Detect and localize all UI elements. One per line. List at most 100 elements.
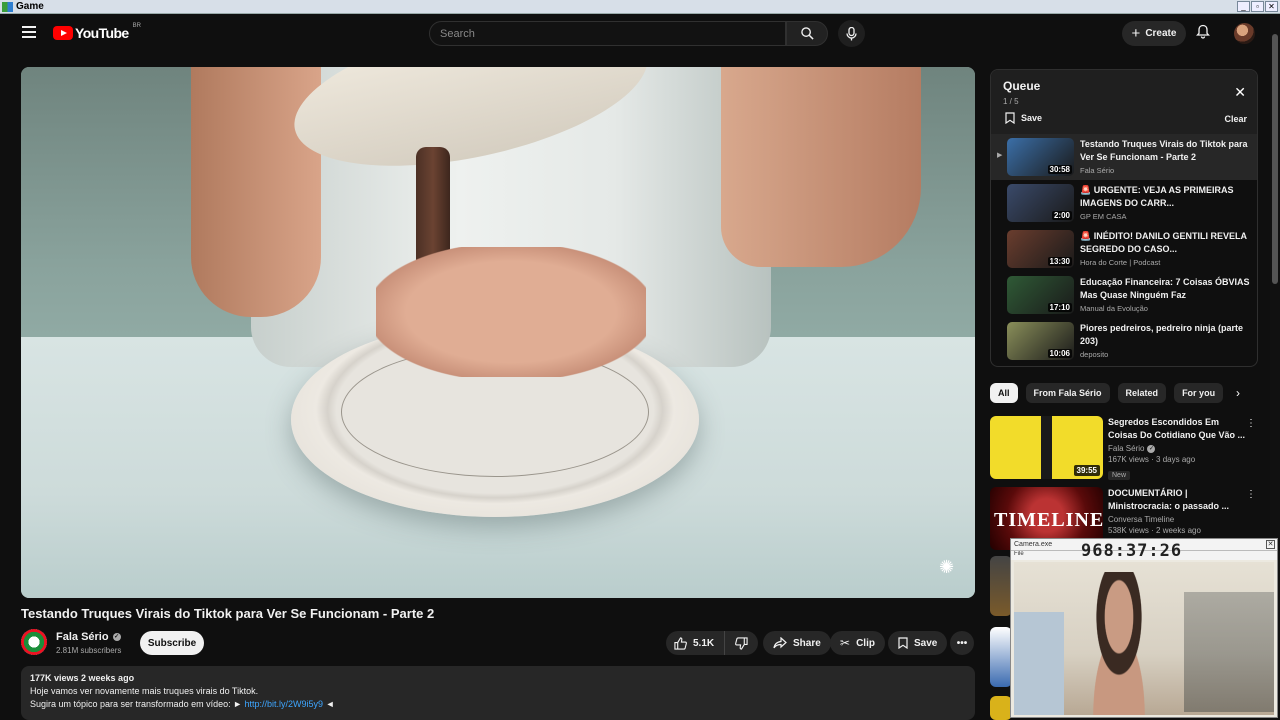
queue-info: 🚨 INÉDITO! DANILO GENTILI REVELA SEGREDO…	[1080, 230, 1250, 267]
search-box	[429, 21, 786, 46]
camera-close-button[interactable]: ✕	[1266, 540, 1275, 549]
recommendation-duration: 39:55	[1073, 465, 1100, 476]
chip-all[interactable]: All	[990, 383, 1018, 403]
queue-item[interactable]: 13:30 🚨 INÉDITO! DANILO GENTILI REVELA SE…	[991, 226, 1257, 272]
video-frame-hands	[376, 247, 646, 377]
description-link[interactable]: http://bit.ly/2W9i5y9	[245, 699, 324, 709]
recommendation-info: Segredos Escondidos Em Coisas Do Cotidia…	[1108, 416, 1248, 482]
channel-name-row[interactable]: Fala Sério ✓	[56, 631, 121, 643]
queue-thumbnail[interactable]: 2:00	[1007, 184, 1074, 222]
scrollbar-thumb[interactable]	[1272, 34, 1278, 284]
chip-related[interactable]: Related	[1117, 383, 1167, 403]
voice-search-button[interactable]	[838, 20, 865, 47]
minimize-button[interactable]: _	[1237, 1, 1250, 12]
queue-duration: 2:00	[1051, 211, 1072, 220]
create-label: Create	[1145, 28, 1177, 39]
more-vertical-icon[interactable]: ⋮	[1246, 418, 1256, 429]
clip-button[interactable]: ✂ Clip	[830, 631, 885, 655]
queue-info: Testando Truques Virais do Tiktok para V…	[1080, 138, 1250, 175]
search-input[interactable]	[430, 22, 785, 45]
queue-thumbnail[interactable]: 30:58	[1007, 138, 1074, 176]
camera-overlay-window[interactable]: Camera.exe ✕ File 968:37:26	[1010, 538, 1278, 718]
queue-duration: 17:10	[1047, 303, 1072, 312]
logo-text: YouTube	[75, 25, 129, 41]
chevron-right-icon[interactable]: ›	[1236, 386, 1240, 400]
recommendation-stats: 538K views · 2 weeks ago	[1108, 526, 1201, 535]
queue-item-title[interactable]: Educação Financeira: 7 Coisas ÓBVIAS Mas…	[1080, 276, 1250, 302]
queue-item-title[interactable]: Testando Truques Virais do Tiktok para V…	[1080, 138, 1250, 164]
now-playing-icon: ▶	[997, 152, 1003, 159]
camera-feed-window	[1014, 612, 1064, 715]
plus-icon: +	[1131, 25, 1141, 42]
queue-duration: 30:58	[1047, 165, 1072, 174]
queue-item-title[interactable]: Piores pedreiros, pedreiro ninja (parte …	[1080, 322, 1250, 348]
queue-index	[991, 318, 1007, 335]
description-line-2: Sugira um tópico para ser transformado e…	[30, 699, 966, 709]
close-icon[interactable]: ✕	[1234, 84, 1246, 101]
queue-item[interactable]: ▶ 30:58 Testando Truques Virais do Tiktok …	[991, 134, 1257, 180]
recommendation-thumbnail[interactable]	[990, 696, 1012, 720]
youtube-logo[interactable]: YouTube BR	[53, 23, 141, 41]
recommendation-item[interactable]: 39:55 Segredos Escondidos Em Coisas Do C…	[990, 416, 1258, 482]
recommendation-title[interactable]: DOCUMENTÁRIO | Ministrocracia: o passado…	[1108, 487, 1248, 513]
channel-watermark-icon[interactable]: ✺	[939, 557, 954, 578]
queue-index	[991, 180, 1007, 197]
create-button[interactable]: + Create	[1122, 21, 1186, 46]
queue-index	[991, 226, 1007, 243]
recommendation-thumbnail[interactable]	[990, 556, 1012, 616]
queue-item-channel: Manual da Evolução	[1080, 304, 1148, 313]
recommendation-title[interactable]: Segredos Escondidos Em Coisas Do Cotidia…	[1108, 416, 1248, 442]
queue-thumbnail[interactable]: 17:10	[1007, 276, 1074, 314]
more-vertical-icon[interactable]: ⋮	[1246, 489, 1256, 500]
queue-thumbnail[interactable]: 10:06	[1007, 322, 1074, 360]
camera-feed	[1014, 562, 1274, 715]
search-icon	[800, 27, 814, 40]
hamburger-menu-icon[interactable]	[22, 26, 36, 38]
search-button[interactable]	[786, 21, 828, 46]
video-player[interactable]: ✺	[21, 67, 975, 598]
recommendation-thumbnail[interactable]: 39:55	[990, 416, 1103, 479]
queue-item-channel: deposito	[1080, 350, 1109, 359]
close-window-button[interactable]: ✕	[1265, 1, 1278, 12]
chip-from-channel[interactable]: From Fala Sério	[1025, 383, 1110, 403]
share-button[interactable]: Share	[763, 631, 831, 655]
recommendation-thumbnail[interactable]	[990, 627, 1012, 687]
country-code: BR	[132, 23, 141, 29]
youtube-play-icon	[53, 26, 73, 40]
subscribe-button[interactable]: Subscribe	[140, 631, 204, 655]
queue-clear-button[interactable]: Clear	[1224, 114, 1247, 124]
channel-avatar[interactable]	[21, 629, 47, 655]
queue-panel: Queue 1 / 5 ✕ Save Clear ▶ 30:58 Testando …	[990, 69, 1258, 367]
description-box[interactable]: 177K views 2 weeks ago Hoje vamos ver no…	[21, 666, 975, 720]
queue-header: Queue 1 / 5 ✕ Save Clear	[991, 70, 1257, 134]
maximize-button[interactable]: ▫	[1251, 1, 1264, 12]
description-line-1: Hoje vamos ver novamente mais truques vi…	[30, 686, 259, 696]
recommendation-channel[interactable]: Conversa Timeline	[1108, 515, 1248, 524]
queue-item-title[interactable]: 🚨 URGENTE: VEJA AS PRIMEIRAS IMAGENS DO …	[1080, 184, 1250, 210]
chip-for-you[interactable]: For you	[1174, 383, 1224, 403]
dislike-button[interactable]	[725, 631, 758, 655]
queue-title: Queue	[1003, 79, 1041, 93]
thumbs-down-icon	[735, 636, 748, 650]
like-button[interactable]: 5.1K	[666, 631, 726, 655]
window-title: Game	[16, 1, 44, 12]
microphone-icon	[846, 26, 857, 40]
more-actions-button[interactable]: •••	[950, 631, 974, 655]
queue-save-button[interactable]: Save	[1005, 112, 1042, 124]
queue-info: 🚨 URGENTE: VEJA AS PRIMEIRAS IMAGENS DO …	[1080, 184, 1250, 221]
save-label: Save	[914, 637, 938, 649]
channel-name[interactable]: Fala Sério	[56, 631, 109, 643]
queue-item[interactable]: 2:00 🚨 URGENTE: VEJA AS PRIMEIRAS IMAGENS…	[991, 180, 1257, 226]
queue-item-title[interactable]: 🚨 INÉDITO! DANILO GENTILI REVELA SEGREDO…	[1080, 230, 1250, 256]
new-badge: New	[1108, 471, 1131, 480]
queue-item-channel: Hora do Corte | Podcast	[1080, 258, 1161, 267]
thumbnail-text: TIMELINE	[994, 509, 1103, 531]
queue-item[interactable]: 17:10 Educação Financeira: 7 Coisas ÓBVIA…	[991, 272, 1257, 318]
save-button[interactable]: Save	[888, 631, 948, 655]
recommendation-channel[interactable]: Fala Sério	[1108, 444, 1144, 453]
queue-thumbnail[interactable]: 13:30	[1007, 230, 1074, 268]
queue-item[interactable]: 10:06 Piores pedreiros, pedreiro ninja (p…	[991, 318, 1257, 364]
notifications-button[interactable]	[1196, 24, 1210, 44]
user-avatar[interactable]	[1234, 23, 1255, 44]
masthead: YouTube BR + Create	[0, 14, 1280, 54]
